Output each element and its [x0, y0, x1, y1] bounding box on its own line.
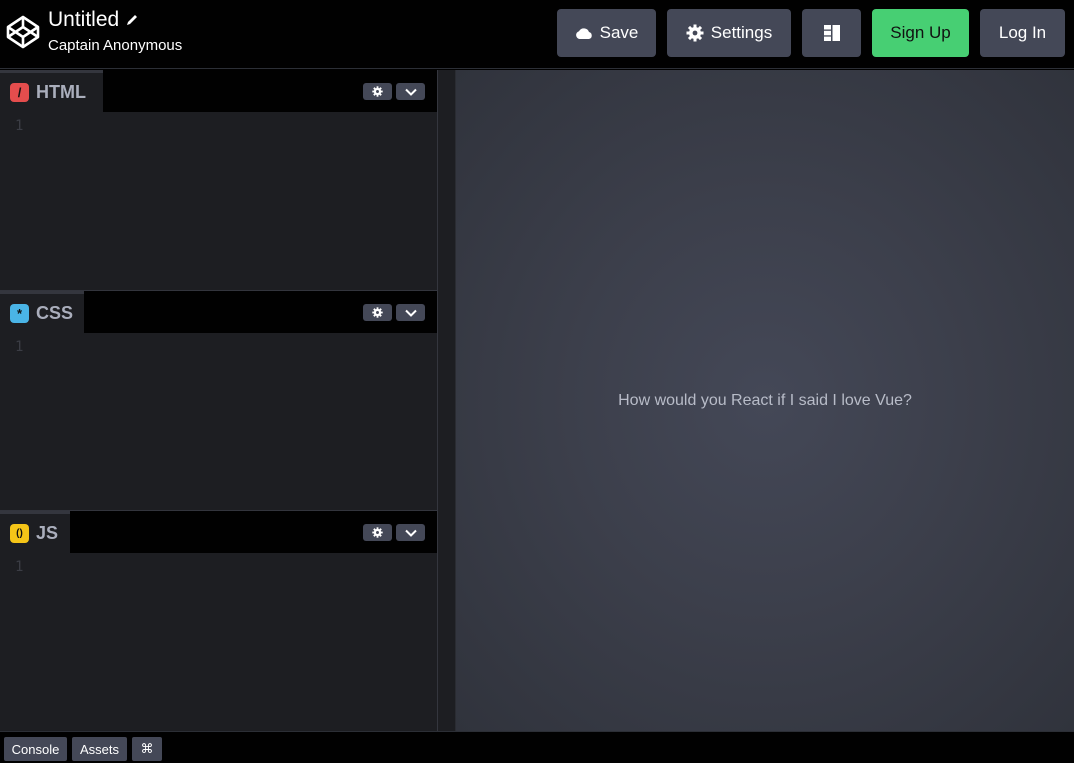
settings-label: Settings: [710, 23, 773, 42]
css-icon: *: [10, 304, 29, 323]
chevron-down-icon: [404, 88, 417, 96]
change-view-button[interactable]: [802, 9, 861, 57]
edit-pencil-icon[interactable]: [125, 13, 139, 27]
gear-icon: [372, 86, 383, 97]
js-settings-button[interactable]: [363, 524, 392, 541]
gear-icon: [372, 527, 383, 538]
html-pane-header: / HTML: [0, 70, 437, 112]
bottom-bar: Console Assets ⌘: [0, 731, 1074, 763]
css-tab-label: CSS: [36, 303, 74, 323]
js-tab-label: JS: [36, 523, 59, 543]
assets-button[interactable]: Assets: [72, 737, 127, 761]
pen-title[interactable]: Untitled: [48, 8, 119, 32]
preview-text: How would you React if I said I love Vue…: [618, 391, 912, 409]
layout-icon: [823, 25, 840, 41]
top-bar: Untitled Captain Anonymous Save Settings…: [0, 0, 1074, 69]
result-preview[interactable]: How would you React if I said I love Vue…: [456, 70, 1074, 731]
css-collapse-button[interactable]: [396, 304, 425, 321]
js-collapse-button[interactable]: [396, 524, 425, 541]
js-code-area[interactable]: 1: [0, 553, 437, 731]
editor-preview-resizer[interactable]: [437, 70, 456, 731]
html-pane-tools: [363, 83, 425, 100]
html-settings-button[interactable]: [363, 83, 392, 100]
console-button[interactable]: Console: [4, 737, 67, 761]
css-tab[interactable]: * CSS: [0, 291, 84, 333]
sign-up-button[interactable]: Sign Up: [872, 9, 969, 57]
css-settings-button[interactable]: [363, 304, 392, 321]
css-pane-header: * CSS: [0, 291, 437, 333]
line-number: 1: [15, 118, 24, 134]
line-number: 1: [15, 339, 24, 355]
keyboard-shortcuts-button[interactable]: ⌘: [132, 737, 162, 761]
js-tab[interactable]: () JS: [0, 511, 70, 553]
save-button[interactable]: Save: [557, 9, 656, 57]
chevron-down-icon: [404, 309, 417, 317]
html-editor-pane: / HTML 1: [0, 70, 437, 290]
js-pane-tools: [363, 524, 425, 541]
js-pane-header: () JS: [0, 511, 437, 553]
gear-icon: [372, 307, 383, 318]
css-code-area[interactable]: 1: [0, 333, 437, 510]
codepen-logo-icon[interactable]: [6, 15, 40, 49]
html-icon: /: [10, 83, 29, 102]
html-collapse-button[interactable]: [396, 83, 425, 100]
html-tab-label: HTML: [36, 82, 86, 102]
author-name[interactable]: Captain Anonymous: [48, 37, 182, 54]
save-label: Save: [599, 23, 639, 42]
chevron-down-icon: [404, 529, 417, 537]
log-in-button[interactable]: Log In: [980, 9, 1065, 57]
gear-icon: [686, 24, 704, 42]
js-icon: (): [10, 524, 29, 543]
css-pane-tools: [363, 304, 425, 321]
cloud-icon: [575, 27, 592, 39]
js-editor-pane: () JS 1: [0, 511, 437, 731]
html-code-area[interactable]: 1: [0, 112, 437, 290]
css-editor-pane: * CSS 1: [0, 291, 437, 510]
settings-button[interactable]: Settings: [667, 9, 791, 57]
line-number: 1: [15, 559, 24, 575]
html-tab[interactable]: / HTML: [0, 70, 103, 112]
editors-column: / HTML 1 * CSS 1 () JS 1: [0, 70, 437, 731]
pen-title-block: Untitled Captain Anonymous: [48, 8, 182, 54]
